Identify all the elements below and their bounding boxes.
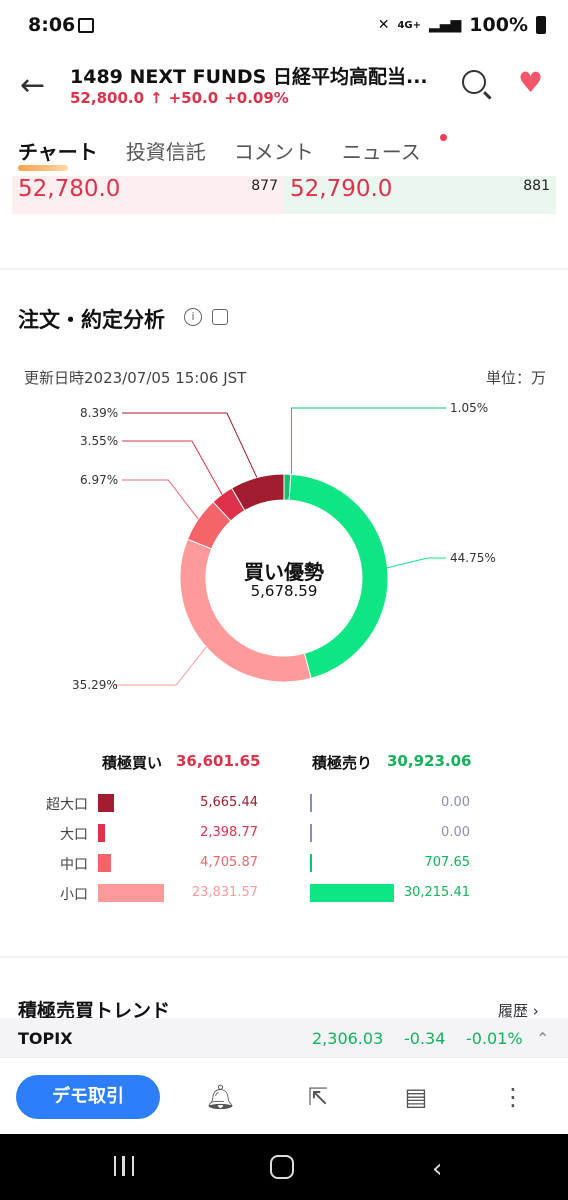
tab-chart[interactable]: チャート: [18, 136, 98, 171]
tab-funds[interactable]: 投資信託: [126, 136, 206, 165]
stock-change: +50.0: [168, 89, 219, 107]
unit-label: 単位：万: [485, 369, 546, 387]
ticker-name: TOPIX: [18, 1029, 73, 1048]
slice-percent-label: 3.55%: [80, 434, 118, 448]
buy-bar: [98, 854, 111, 872]
demo-trade-button[interactable]: デモ取引: [16, 1075, 160, 1119]
donut-center-value: 5,678.59: [250, 582, 318, 600]
leader-line: [114, 646, 207, 686]
sell-bar: [310, 794, 312, 812]
calendar-icon[interactable]: ▤: [401, 1082, 431, 1112]
slice-percent-label: 35.29%: [72, 678, 118, 692]
slice-percent-label: 1.05%: [450, 401, 488, 415]
order-size-label: 大口: [60, 827, 88, 843]
leader-line: [122, 412, 258, 478]
sell-total-label: 積極売り: [312, 754, 373, 772]
slice-percent-label: 6.97%: [80, 473, 118, 487]
tab-news[interactable]: ニュース: [342, 136, 421, 165]
ticker-value: 2,306.03: [312, 1029, 384, 1048]
mute-icon: ✕: [377, 17, 390, 33]
leader-line: [290, 407, 446, 475]
analysis-title: 注文・約定分析: [18, 308, 165, 332]
order-size-label: 小口: [60, 887, 88, 903]
stock-quote: 52,800.0 ↑ +50.0 +0.09%: [70, 89, 289, 107]
buy-amount: 4,705.87: [200, 855, 258, 870]
sell-amount: 707.65: [424, 855, 471, 870]
gallery-icon: [78, 18, 94, 33]
buy-amount: 5,665.44: [200, 795, 258, 810]
ticker-change: -0.34: [404, 1029, 446, 1048]
bid-row: 52,780.0 877: [12, 176, 284, 214]
back-arrow-icon[interactable]: ←: [20, 68, 45, 103]
up-arrow-icon: ↑: [150, 89, 163, 107]
alert-bell-icon[interactable]: 🔔︎: [205, 1082, 235, 1112]
buy-bar: [98, 794, 114, 812]
tab-comments[interactable]: コメント: [234, 136, 314, 165]
order-size-label: 超大口: [46, 797, 88, 813]
ask-qty: 881: [523, 178, 550, 194]
leader-line: [122, 440, 223, 495]
home-icon[interactable]: [270, 1155, 294, 1179]
ask-row: 52,790.0 881: [284, 176, 556, 214]
slice-percent-label: 8.39%: [80, 406, 118, 420]
leader-line: [122, 479, 199, 520]
updated-time: 更新日時2023/07/05 15:06 JST: [24, 369, 247, 387]
search-icon[interactable]: [462, 70, 486, 94]
stock-title: 1489 NEXT FUNDS 日経平均高配当...: [70, 66, 428, 88]
ticker-strip[interactable]: TOPIX 2,306.03 -0.34 -0.01% ⌃: [0, 1018, 568, 1058]
bid-qty: 877: [251, 178, 278, 194]
battery-text: 100%: [469, 14, 528, 36]
share-icon[interactable]: [212, 309, 228, 325]
donut-center-label: 買い優勢: [244, 560, 324, 584]
sell-amount: 30,215.41: [403, 885, 470, 900]
section-divider: [0, 956, 568, 958]
buy-total-value: 36,601.65: [176, 752, 261, 770]
more-icon[interactable]: ⋮: [498, 1082, 528, 1112]
sell-amount: 0.00: [441, 825, 470, 840]
battery-icon: [536, 16, 546, 34]
sell-total-value: 30,923.06: [387, 752, 472, 770]
section-divider: [0, 268, 568, 270]
share-icon[interactable]: ⇱: [303, 1082, 333, 1112]
sell-bar: [310, 824, 312, 842]
buy-amount: 2,398.77: [200, 825, 258, 840]
buy-amount: 23,831.57: [191, 885, 258, 900]
news-badge-dot: [440, 134, 447, 141]
info-icon[interactable]: i: [184, 308, 202, 326]
buy-bar: [98, 824, 105, 842]
sell-amount: 0.00: [441, 795, 470, 810]
chevron-up-icon[interactable]: ⌃: [536, 1029, 549, 1048]
status-time: 8:06: [28, 14, 76, 36]
signal-icon: ▂▄▆: [428, 17, 462, 33]
bid-price: 52,780.0: [18, 176, 121, 202]
status-bar: 8:06 ✕ 4G+ ▂▄▆ 100%: [0, 0, 568, 52]
ask-price: 52,790.0: [290, 176, 393, 202]
tab-bar: チャート 投資信託 コメント ニュース: [18, 136, 421, 171]
nav-back-icon[interactable]: ‹: [432, 1154, 442, 1184]
recent-apps-icon[interactable]: [114, 1156, 134, 1176]
stock-price: 52,800.0: [70, 89, 145, 107]
network-label: 4G+: [397, 19, 421, 31]
ticker-pct: -0.01%: [466, 1029, 523, 1048]
stock-change-pct: +0.09%: [224, 89, 289, 107]
slice-percent-label: 44.75%: [450, 551, 496, 565]
sell-bar: [310, 854, 312, 872]
favorite-heart-icon[interactable]: ♥: [518, 66, 543, 99]
status-right: ✕ 4G+ ▂▄▆ 100%: [378, 14, 546, 36]
buy-total-label: 積極買い: [102, 754, 163, 772]
order-size-label: 中口: [60, 857, 88, 873]
leader-line: [387, 557, 446, 569]
